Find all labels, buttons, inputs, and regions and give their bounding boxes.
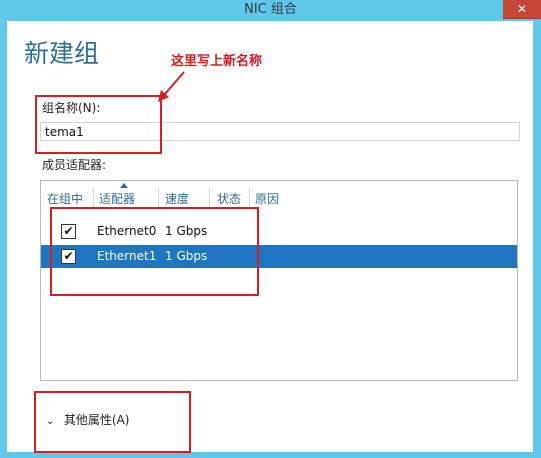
close-button[interactable]: ✕ (503, 0, 541, 19)
annotation-text: 这里写上新名称 (171, 54, 263, 69)
page-title: 新建组 (24, 39, 100, 68)
annotation-box-name (35, 95, 162, 154)
window-frame-left (0, 21, 7, 458)
sort-ascending-icon (120, 183, 128, 188)
close-icon: ✕ (516, 2, 528, 16)
column-header-reason[interactable]: 原因 (255, 190, 279, 207)
title-bar[interactable]: NIC 组合 ✕ (0, 0, 541, 21)
column-header-speed[interactable]: 速度 (165, 190, 189, 207)
annotation-box-adapters (50, 207, 259, 296)
window-title: NIC 组合 (244, 2, 297, 17)
column-separator[interactable] (249, 188, 250, 207)
column-separator[interactable] (158, 188, 159, 207)
annotation-box-properties (34, 391, 191, 453)
column-header-adapter[interactable]: 适配器 (99, 190, 135, 207)
column-header-status[interactable]: 状态 (217, 190, 241, 207)
column-header-in-team[interactable]: 在组中 (47, 190, 83, 207)
member-adapters-label: 成员适配器: (42, 158, 107, 172)
column-separator[interactable] (93, 188, 94, 207)
window-frame-right (533, 21, 541, 458)
column-separator[interactable] (209, 188, 210, 207)
